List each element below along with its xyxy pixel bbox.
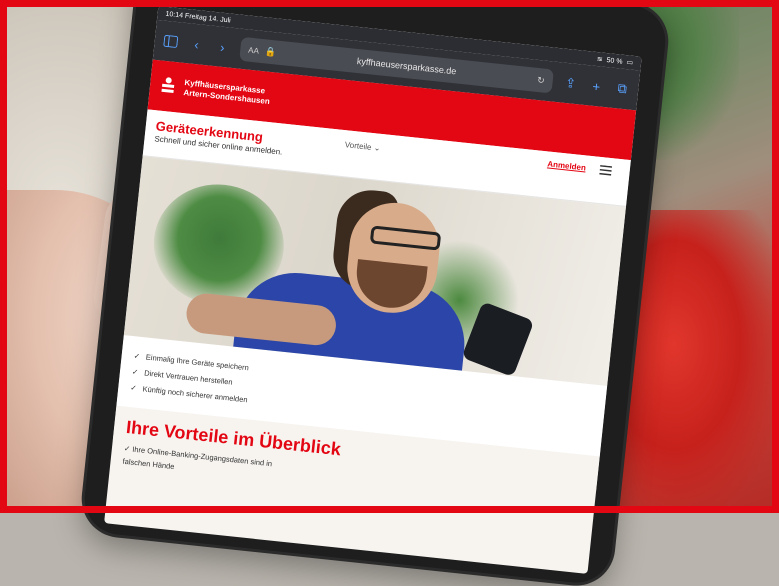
add-tab-icon[interactable]: + bbox=[588, 77, 606, 95]
benefit-text: Direkt Vertrauen herstellen bbox=[143, 368, 234, 387]
vorteile-label: Vorteile bbox=[344, 140, 372, 152]
check-icon: ✓ bbox=[131, 367, 139, 377]
benefit-text: Künftig noch sicherer anmelden bbox=[142, 384, 248, 405]
sidebar-icon[interactable] bbox=[162, 33, 180, 51]
login-link[interactable]: Anmelden bbox=[547, 159, 586, 172]
hamburger-menu-icon[interactable] bbox=[599, 164, 613, 176]
wifi-icon: ≋ bbox=[596, 56, 603, 64]
status-right: ≋ 50 % ▭ bbox=[596, 55, 633, 67]
tablet-screen: 10:14 Freitag 14. Juli ≋ 50 % ▭ ‹ › AA 🔒… bbox=[104, 5, 642, 574]
check-icon: ✓ bbox=[123, 443, 131, 454]
chevron-down-icon: ⌄ bbox=[373, 143, 381, 153]
reload-icon[interactable]: ↻ bbox=[537, 74, 546, 86]
battery-icon: ▭ bbox=[626, 59, 634, 67]
forward-arrow-icon[interactable]: › bbox=[214, 38, 232, 56]
tabs-overview-icon[interactable]: ⧉ bbox=[613, 80, 631, 98]
share-icon[interactable]: ⇪ bbox=[562, 75, 580, 93]
check-icon: ✓ bbox=[129, 383, 138, 393]
check-icon: ✓ bbox=[133, 351, 141, 361]
back-arrow-icon[interactable]: ‹ bbox=[188, 35, 206, 53]
sparkasse-logo-icon[interactable] bbox=[159, 76, 177, 98]
status-date: Freitag 14. Juli bbox=[184, 12, 232, 25]
tablet-device: 10:14 Freitag 14. Juli ≋ 50 % ▭ ‹ › AA 🔒… bbox=[81, 0, 669, 586]
lock-icon: 🔒 bbox=[264, 45, 277, 57]
vorteile-dropdown[interactable]: Vorteile ⌄ bbox=[344, 140, 380, 153]
status-time: 10:14 bbox=[165, 10, 184, 20]
battery-percentage: 50 % bbox=[606, 56, 623, 66]
bank-name[interactable]: Kyffhäusersparkasse Artern-Sondershausen bbox=[183, 78, 271, 107]
text-size-button[interactable]: AA bbox=[248, 45, 260, 55]
